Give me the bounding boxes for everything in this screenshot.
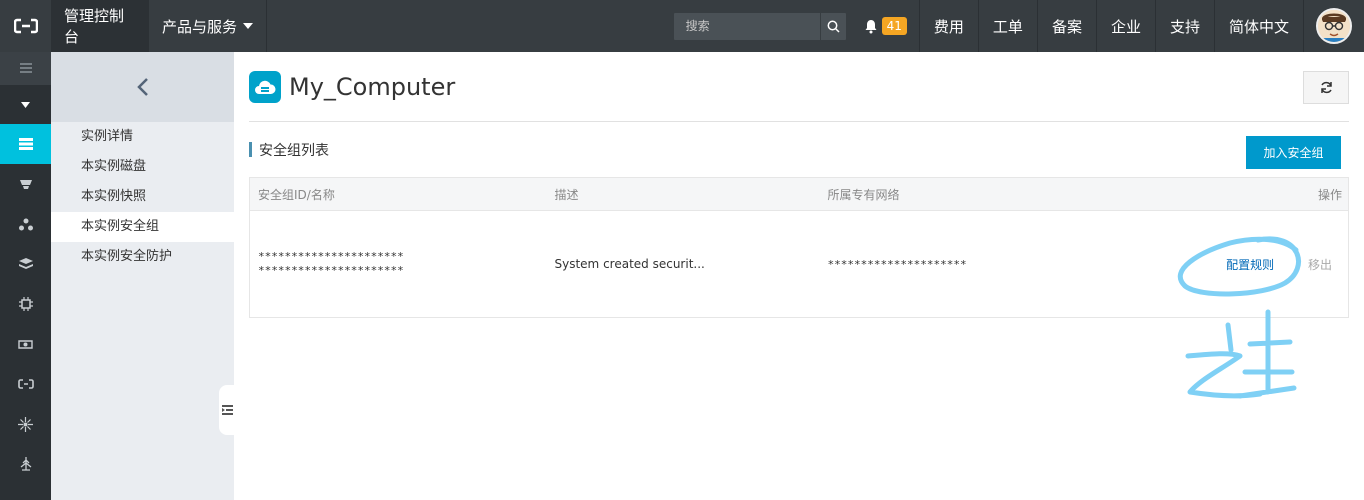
bell-icon bbox=[865, 19, 877, 33]
ecs-server-icon[interactable] bbox=[0, 124, 51, 164]
sidebar-collapse-handle[interactable] bbox=[219, 385, 235, 435]
subnav-item-disks[interactable]: 本实例磁盘 bbox=[51, 152, 234, 182]
refresh-button[interactable] bbox=[1303, 71, 1349, 104]
hamburger-icon[interactable] bbox=[0, 52, 51, 84]
user-menu[interactable] bbox=[1304, 0, 1364, 52]
column-header-actions: 操作 bbox=[1149, 177, 1349, 211]
instance-subnav: 实例详情 本实例磁盘 本实例快照 本实例安全组 本实例安全防护 bbox=[51, 52, 234, 500]
back-button[interactable] bbox=[51, 52, 234, 122]
remove-link[interactable]: 移出 bbox=[1308, 258, 1332, 272]
search-icon[interactable] bbox=[819, 12, 846, 40]
column-header-description: 描述 bbox=[546, 177, 820, 211]
add-security-group-button[interactable]: 加入安全组 bbox=[1246, 136, 1341, 169]
table-row: ********************** *****************… bbox=[250, 211, 1349, 318]
chevron-left-icon bbox=[136, 78, 148, 96]
actions-cell: 配置规则 移出 bbox=[1150, 211, 1349, 318]
notification-count-badge: 41 bbox=[881, 17, 907, 35]
products-services-menu[interactable]: 产品与服务 bbox=[149, 0, 267, 52]
nav-tickets[interactable]: 工单 bbox=[979, 0, 1038, 52]
chip-icon[interactable] bbox=[0, 284, 51, 324]
aliyun-logo-icon[interactable] bbox=[0, 0, 51, 52]
subnav-item-security-groups[interactable]: 本实例安全组 bbox=[51, 212, 234, 242]
security-group-id[interactable]: ********************** bbox=[258, 250, 547, 264]
nav-enterprise[interactable]: 企业 bbox=[1097, 0, 1156, 52]
database-icon[interactable] bbox=[0, 164, 51, 204]
page-header: My_Computer bbox=[249, 52, 1349, 122]
description-cell: System created securit... bbox=[554, 257, 705, 271]
storage-layers-icon[interactable] bbox=[0, 244, 51, 284]
security-group-id-name-cell: ********************** *****************… bbox=[250, 211, 547, 318]
nav-icp-filing[interactable]: 备案 bbox=[1038, 0, 1097, 52]
section-title: 安全组列表 bbox=[259, 142, 329, 159]
subnav-item-snapshots[interactable]: 本实例快照 bbox=[51, 182, 234, 212]
subnav-list: 实例详情 本实例磁盘 本实例快照 本实例安全组 本实例安全防护 bbox=[51, 122, 234, 272]
search-box bbox=[673, 12, 846, 40]
top-navbar: 管理控制台 产品与服务 41 费用 工单 备案 企业 支持 简体中文 bbox=[0, 0, 1364, 52]
caret-down-icon[interactable] bbox=[0, 84, 51, 124]
column-header-vpc: 所属专有网络 bbox=[819, 177, 1150, 211]
section-accent-bar bbox=[249, 142, 252, 157]
security-camera-icon[interactable] bbox=[0, 324, 51, 364]
console-home-link[interactable]: 管理控制台 bbox=[51, 0, 149, 52]
chevron-down-icon bbox=[243, 23, 253, 29]
security-group-table: 安全组ID/名称 描述 所属专有网络 操作 ******************… bbox=[249, 177, 1349, 318]
vpc-cell: ********************* bbox=[820, 211, 1150, 318]
icon-rail bbox=[0, 52, 51, 500]
search-input[interactable] bbox=[673, 12, 820, 40]
page-title: My_Computer bbox=[289, 72, 456, 101]
column-header-id-name: 安全组ID/名称 bbox=[249, 177, 547, 211]
subnav-item-security-protection[interactable]: 本实例安全防护 bbox=[51, 242, 234, 272]
tower-icon[interactable] bbox=[0, 444, 51, 484]
vpc-id[interactable]: ********************* bbox=[828, 258, 967, 271]
cloud-link-icon[interactable] bbox=[0, 364, 51, 404]
security-group-name: ********************** bbox=[258, 264, 404, 277]
refresh-icon bbox=[1320, 81, 1332, 94]
collapse-icon bbox=[221, 405, 233, 415]
cluster-icon[interactable] bbox=[0, 404, 51, 444]
network-icon[interactable] bbox=[0, 204, 51, 244]
notifications-button[interactable]: 41 bbox=[856, 0, 920, 52]
nav-support[interactable]: 支持 bbox=[1156, 0, 1215, 52]
table-header-row: 安全组ID/名称 描述 所属专有网络 操作 bbox=[249, 177, 1349, 211]
configure-rules-link[interactable]: 配置规则 bbox=[1226, 258, 1274, 272]
ecs-cloud-icon bbox=[249, 70, 281, 103]
subnav-item-instance-details[interactable]: 实例详情 bbox=[51, 122, 234, 152]
products-services-label: 产品与服务 bbox=[162, 17, 238, 36]
security-group-section-header: 安全组列表 加入安全组 bbox=[249, 122, 1349, 177]
avatar bbox=[1316, 8, 1352, 44]
nav-billing[interactable]: 费用 bbox=[920, 0, 979, 52]
main-content: My_Computer 安全组列表 加入安全组 安全组ID/名称 描述 所属专有… bbox=[249, 52, 1349, 318]
language-selector[interactable]: 简体中文 bbox=[1215, 0, 1304, 52]
